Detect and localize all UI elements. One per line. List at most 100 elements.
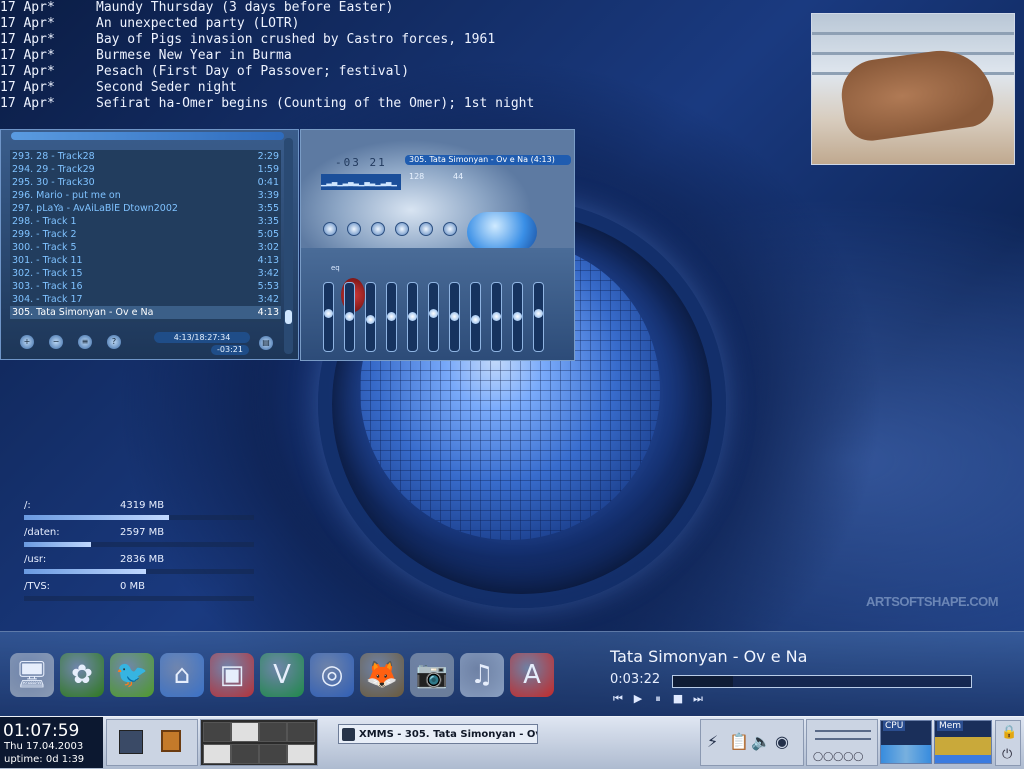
pause-button[interactable] — [371, 222, 385, 236]
playlist-track[interactable]: 300. - Track 5 3:02 — [10, 241, 281, 254]
network-icon[interactable]: ◉ — [775, 732, 789, 751]
playlist-misc-button[interactable]: ? — [107, 335, 121, 349]
playlist-track[interactable]: 302. - Track 15 3:42 — [10, 267, 281, 280]
clock-uptime: uptime: 0d 1:39 — [4, 754, 85, 765]
player-decoration — [467, 212, 537, 252]
eq-band-knob[interactable] — [408, 312, 417, 321]
playlist-track[interactable]: 305. Tata Simonyan - Ov e Na 4:13 — [10, 306, 281, 319]
power-icon[interactable]: ⏻ — [1002, 747, 1012, 762]
mixer-buttons[interactable]: ◯◯◯◯◯ — [813, 752, 863, 762]
music-note-icon[interactable]: ♫ — [460, 653, 504, 697]
spectrum-visualizer[interactable]: ▁▂▃▁▂▃▂▁▃▂▁▂▃▁ — [321, 174, 401, 190]
eq-band-slider[interactable] — [407, 282, 418, 352]
prev-button[interactable] — [323, 222, 337, 236]
eq-band-slider[interactable] — [470, 282, 481, 352]
pager-desktop-5[interactable] — [203, 744, 231, 764]
play-button[interactable] — [347, 222, 361, 236]
window-launcher-icon[interactable] — [161, 730, 181, 752]
camera-photo-icon[interactable]: 📷 — [410, 653, 454, 697]
taskbar-xmms-task[interactable]: XMMS - 305. Tata Simonyan - Ov — [338, 724, 538, 744]
mixer-sliders[interactable]: ◯◯◯◯◯ — [806, 719, 878, 766]
acrobat-icon[interactable]: A — [510, 653, 554, 697]
playlist-track[interactable]: 294. 29 - Track29 1:59 — [10, 163, 281, 176]
playlist-track[interactable]: 298. - Track 1 3:35 — [10, 215, 281, 228]
vim-icon[interactable]: V — [260, 653, 304, 697]
terminal-icon[interactable]: ▣ — [210, 653, 254, 697]
disk-entry: /daten: 2597 MB — [24, 527, 256, 554]
calendar-event-text: Maundy Thursday (3 days before Easter) — [96, 0, 394, 15]
playlist-add-button[interactable]: + — [20, 335, 34, 349]
browser-globe-icon[interactable]: ◎ — [310, 653, 354, 697]
pager-desktop-4[interactable] — [287, 722, 315, 742]
playlist-scrollbar[interactable] — [284, 138, 293, 354]
pager-desktop-3[interactable] — [259, 722, 287, 742]
playlist-track[interactable]: 295. 30 - Track30 0:41 — [10, 176, 281, 189]
eq-band-knob[interactable] — [429, 309, 438, 318]
calendar-event-text: Bay of Pigs invasion crushed by Castro f… — [96, 32, 496, 47]
gimp-icon[interactable]: 🦊 — [360, 653, 404, 697]
next-button[interactable] — [419, 222, 433, 236]
eq-band-slider[interactable] — [323, 282, 334, 352]
playlist-list-button[interactable]: ▤ — [259, 336, 273, 350]
xmms-player-window[interactable]: -03 21 ▁▂▃▁▂▃▂▁▃▂▁▂▃▁ 305. Tata Simonyan… — [300, 129, 575, 361]
monitor-launcher-icon[interactable] — [119, 730, 143, 754]
playlist-track[interactable]: 296. Mario - put me on 3:39 — [10, 189, 281, 202]
playlist-remove-button[interactable]: − — [49, 335, 63, 349]
pager-desktop-8[interactable] — [287, 744, 315, 764]
eq-band-slider[interactable] — [344, 282, 355, 352]
pager-desktop-6[interactable] — [231, 744, 259, 764]
pager-desktop-7[interactable] — [259, 744, 287, 764]
eq-band-knob[interactable] — [534, 309, 543, 318]
play-icon[interactable]: ▶ — [632, 692, 644, 706]
eq-band-knob[interactable] — [324, 309, 333, 318]
playlist-track[interactable]: 297. pLaYa - AvAiLaBlE Dtown2002 3:55 — [10, 202, 281, 215]
eq-band-knob[interactable] — [471, 315, 480, 324]
plug-icon[interactable]: ⚡ — [707, 732, 718, 751]
eq-band-knob[interactable] — [450, 312, 459, 321]
next-track-icon[interactable]: ⏭ — [692, 692, 704, 706]
home-icon[interactable]: ⌂ — [160, 653, 204, 697]
playlist-track[interactable]: 304. - Track 17 3:42 — [10, 293, 281, 306]
playlist-track[interactable]: 293. 28 - Track28 2:29 — [10, 150, 281, 163]
playlist-select-button[interactable]: ≡ — [78, 335, 92, 349]
pause-icon[interactable]: ⏸ — [652, 692, 664, 706]
playlist-track[interactable]: 301. - Track 11 4:13 — [10, 254, 281, 267]
playlist-track[interactable]: 303. - Track 16 5:53 — [10, 280, 281, 293]
eq-band-slider[interactable] — [449, 282, 460, 352]
playlist-track[interactable]: 299. - Track 2 5:05 — [10, 228, 281, 241]
pager-desktop-1[interactable] — [203, 722, 231, 742]
equalizer-panel[interactable]: eq — [301, 248, 574, 360]
parrot-icon[interactable]: 🐦 — [110, 653, 154, 697]
pager-desktop-2[interactable] — [231, 722, 259, 742]
desktop-pager[interactable] — [200, 719, 318, 766]
eject-button[interactable] — [443, 222, 457, 236]
track-title: 299. - Track 2 — [12, 229, 77, 240]
stop-icon[interactable]: ■ — [672, 692, 684, 706]
clock-panel[interactable]: 01:07:59 Thu 17.04.2003 uptime: 0d 1:39 — [0, 717, 103, 768]
clipboard-icon[interactable]: 📋 — [729, 732, 749, 751]
eq-band-slider[interactable] — [491, 282, 502, 352]
eq-band-slider[interactable] — [512, 282, 523, 352]
stop-button[interactable] — [395, 222, 409, 236]
track-duration: 3:39 — [257, 190, 279, 201]
eq-band-slider[interactable] — [428, 282, 439, 352]
eq-band-knob[interactable] — [492, 312, 501, 321]
eq-band-slider[interactable] — [386, 282, 397, 352]
lock-icon[interactable]: 🔒 — [1001, 725, 1017, 740]
previous-track-icon[interactable]: ⏮ — [612, 692, 624, 706]
lock-logout-panel[interactable]: 🔒 ⏻ — [995, 720, 1021, 766]
icq-flower-icon[interactable]: ✿ — [60, 653, 104, 697]
eq-band-knob[interactable] — [366, 315, 375, 324]
speaker-icon[interactable]: 🔈 — [751, 732, 771, 751]
eq-band-knob[interactable] — [345, 312, 354, 321]
computer-icon[interactable]: 🖥 — [10, 653, 54, 697]
playlist-titlebar[interactable] — [11, 132, 284, 140]
eq-band-knob[interactable] — [387, 312, 396, 321]
eq-band-slider[interactable] — [533, 282, 544, 352]
dock-progress-bar[interactable] — [672, 675, 972, 688]
xmms-playlist-window[interactable]: 293. 28 - Track28 2:29 294. 29 - Track29 1:… — [0, 129, 299, 360]
eq-band-knob[interactable] — [513, 312, 522, 321]
eq-band-slider[interactable] — [365, 282, 376, 352]
playlist-list[interactable]: 293. 28 - Track28 2:29 294. 29 - Track29 1:… — [10, 150, 281, 322]
eq-toggle[interactable]: eq — [331, 264, 340, 272]
